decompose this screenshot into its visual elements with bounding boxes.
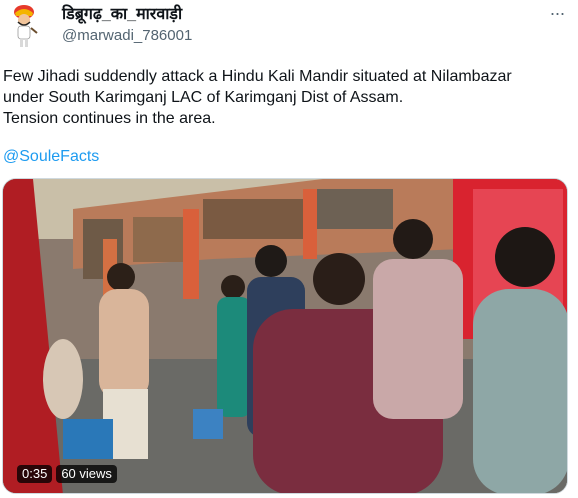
video-duration: 0:35: [17, 465, 53, 483]
author-handle[interactable]: @marwadi_786001: [62, 26, 538, 46]
video-view-count: 60 views: [56, 465, 117, 483]
author-display-name[interactable]: डिब्रूगढ़_का_मारवाड़ी: [62, 4, 538, 26]
video-badges: 0:35 60 views: [17, 465, 117, 483]
tweet-text: Few Jihadi suddendly attack a Hindu Kali…: [3, 66, 573, 129]
tweet-text-line: Few Jihadi suddendly attack a Hindu Kali…: [3, 68, 512, 85]
more-options-button[interactable]: ···: [546, 3, 568, 24]
more-options-icon: ···: [549, 3, 566, 23]
cartoon-turban-avatar-icon: [14, 5, 38, 47]
mention-link[interactable]: @SouleFacts: [3, 146, 99, 167]
author-avatar[interactable]: [6, 3, 42, 49]
tweet-header: डिब्रूगढ़_का_मारवाड़ी @marwadi_786001: [62, 4, 538, 46]
tweet-text-line: Tension continues in the area.: [3, 110, 216, 127]
tweet-card: डिब्रूगढ़_का_मारवाड़ी @marwadi_786001 ··…: [0, 0, 578, 498]
video-thumbnail: [3, 179, 567, 493]
video-player[interactable]: 0:35 60 views: [2, 178, 568, 494]
tweet-text-line: under South Karimganj LAC of Karimganj D…: [3, 89, 404, 106]
